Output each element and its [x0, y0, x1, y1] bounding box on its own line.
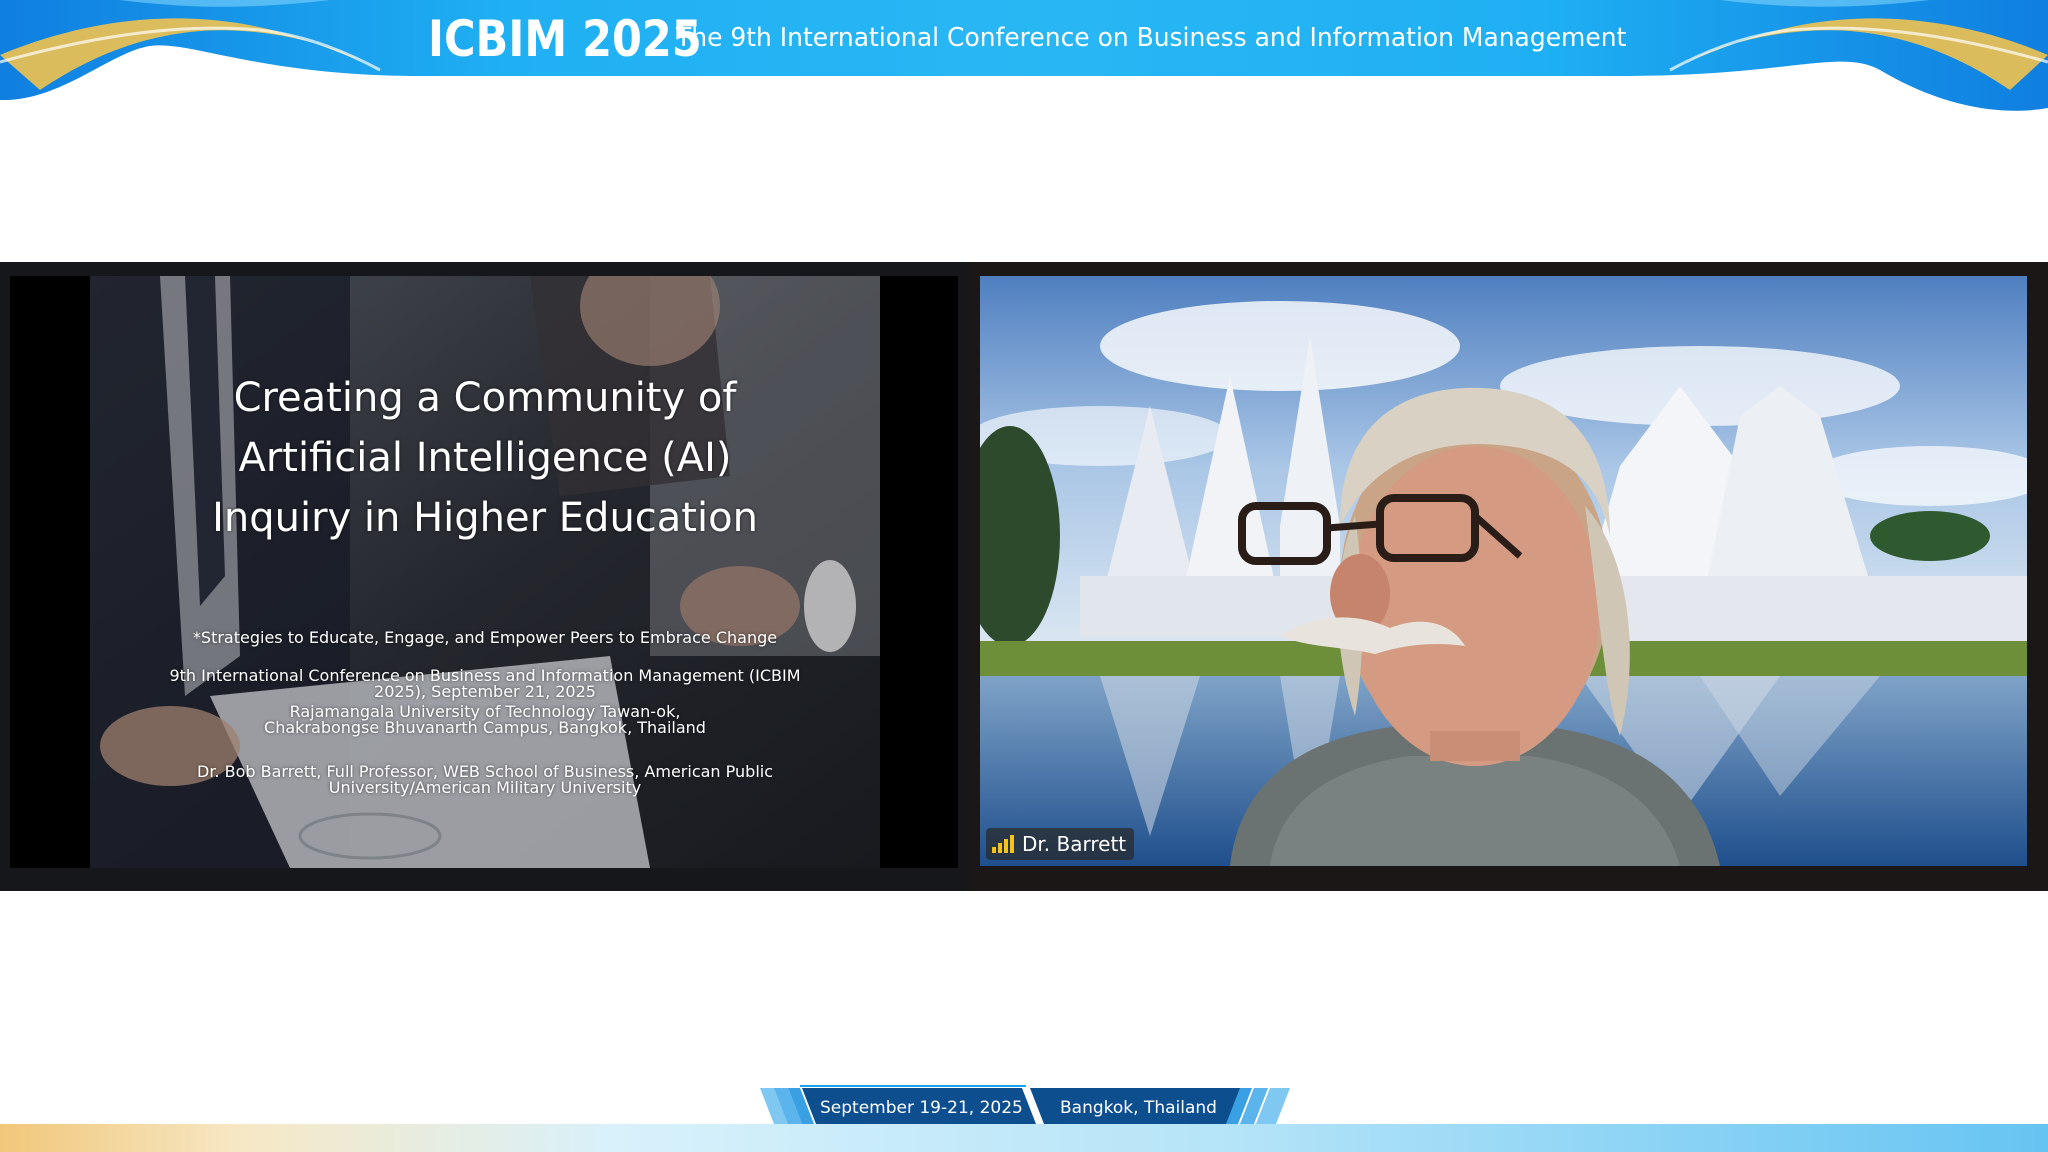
participant-video-tile[interactable]: Dr. Barrett	[980, 276, 2027, 866]
participant-name-tag: Dr. Barrett	[986, 828, 1135, 860]
slide-title-line: Creating a Community of	[233, 375, 737, 421]
screen-share-panel[interactable]: Creating a Community of Artificial Intel…	[0, 262, 968, 891]
banner-wave-graphic	[0, 0, 2048, 111]
slide-conference-info: 9th International Conference on Business…	[130, 668, 840, 736]
signal-bars-icon	[992, 835, 1014, 853]
slide-conference-line: Chakrabongse Bhuvanarth Campus, Bangkok,…	[264, 718, 706, 737]
meeting-view: Creating a Community of Artificial Intel…	[0, 262, 2048, 891]
slide-title: Creating a Community of Artificial Intel…	[90, 368, 880, 548]
event-dates: September 19-21, 2025	[820, 1098, 1023, 1118]
conference-logo-title: ICBIM 2025	[428, 10, 702, 68]
slide-conference-line: 2025), September 21, 2025	[374, 682, 596, 701]
presentation-slide: Creating a Community of Artificial Intel…	[90, 276, 880, 868]
participant-name: Dr. Barrett	[1022, 832, 1127, 856]
slide-tagline: *Strategies to Educate, Engage, and Empo…	[192, 628, 778, 647]
virtual-background-image	[980, 276, 2027, 866]
footer-gradient-bar	[0, 1124, 2048, 1152]
slide-title-line: Artificial Intelligence (AI)	[238, 435, 732, 481]
event-location: Bangkok, Thailand	[1060, 1098, 1217, 1118]
conference-subtitle: The 9th International Conference on Busi…	[676, 23, 1627, 53]
slide-title-line: Inquiry in Higher Education	[212, 495, 758, 541]
shared-screen: Creating a Community of Artificial Intel…	[10, 276, 958, 868]
slide-author-line: University/American Military University	[328, 778, 642, 797]
conference-banner: ICBIM 2025 The 9th International Confere…	[0, 0, 2048, 115]
slide-author-info: Dr. Bob Barrett, Full Professor, WEB Sch…	[130, 764, 840, 796]
